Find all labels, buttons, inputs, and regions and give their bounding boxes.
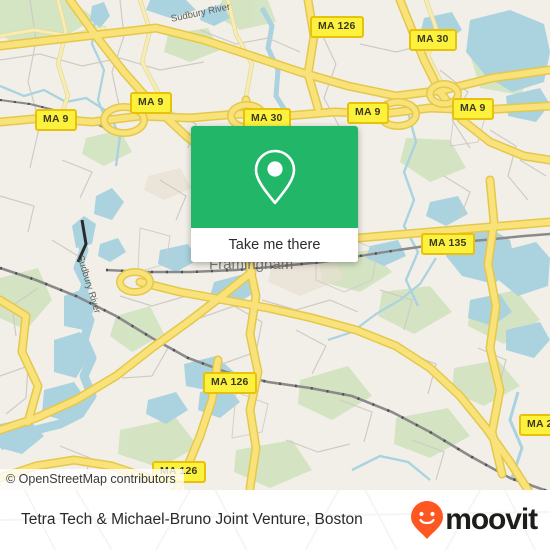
shield-ma-9-east[interactable]: MA 9 [452,98,494,120]
take-me-there-button[interactable]: Take me there [191,228,358,262]
moovit-logo[interactable]: moovit [410,500,538,540]
map-pin-icon [254,149,295,205]
shield-ma-126-top[interactable]: MA 126 [310,16,364,38]
shield-ma-126-bottom[interactable]: MA 126 [203,372,257,394]
moovit-pin-smiley-icon [411,501,444,539]
shield-ma-135[interactable]: MA 135 [421,233,475,255]
map-page: Sudbury River Sudbury River Framingham M… [0,0,550,550]
page-title: Tetra Tech & Michael-Bruno Joint Venture… [21,511,363,528]
take-me-there-card[interactable]: Take me there [191,126,358,262]
shield-ma-9-mid[interactable]: MA 9 [130,92,172,114]
osm-attribution[interactable]: © OpenStreetMap contributors [0,469,184,490]
shield-ma-2-east[interactable]: MA 2 [519,414,550,436]
shield-ma-30-top[interactable]: MA 30 [409,29,457,51]
footer-bar: Tetra Tech & Michael-Bruno Joint Venture… [0,490,550,550]
shield-ma-9-west[interactable]: MA 9 [35,109,77,131]
shield-ma-9-center[interactable]: MA 9 [347,102,389,124]
map-canvas[interactable]: Sudbury River Sudbury River Framingham M… [0,0,550,490]
card-header [191,126,358,228]
moovit-wordmark: moovit [445,503,538,536]
